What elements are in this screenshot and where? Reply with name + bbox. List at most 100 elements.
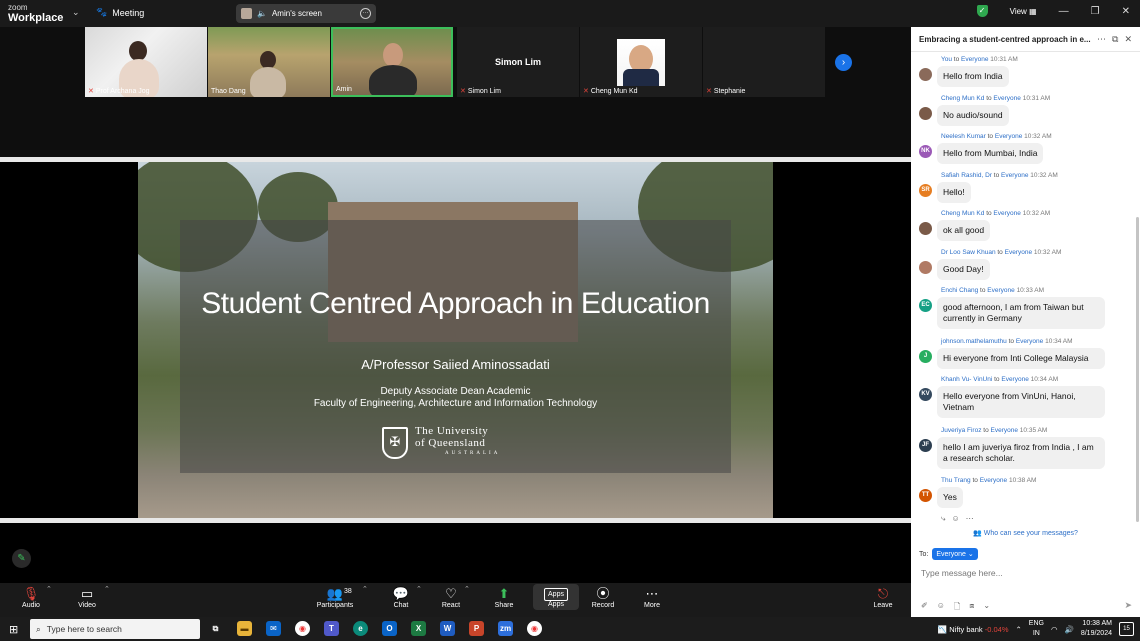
restore-icon[interactable]: ❐ (1091, 6, 1100, 17)
reply-icon[interactable]: ⤷ (941, 514, 945, 524)
emoji-icon[interactable]: ☺ (937, 601, 945, 615)
participant-name-label: Thao Dang (211, 88, 246, 95)
more-icon[interactable]: ⋯ (966, 514, 974, 524)
file-explorer-icon[interactable]: ▬ (237, 621, 252, 636)
excel-icon[interactable]: X (411, 621, 426, 636)
shield-check-icon[interactable]: ✓ (976, 5, 988, 17)
zoom-logo[interactable]: zoom Workplace (8, 3, 63, 24)
chat-options-caret[interactable]: ⌃ (416, 585, 422, 593)
to-word: to (987, 133, 994, 140)
meeting-button[interactable]: 🐾 Meeting (96, 7, 144, 18)
close-icon[interactable]: ✕ (1124, 34, 1132, 45)
message-meta: You to Everyone 10:31 AM (941, 56, 1018, 63)
popout-icon[interactable]: ⧉ (1112, 34, 1118, 45)
send-icon[interactable]: ➤ (1124, 600, 1132, 611)
language-indicator[interactable]: ENG IN (1029, 619, 1044, 639)
participant-tile-active-speaker[interactable]: Amin (331, 27, 453, 97)
word-icon[interactable]: W (440, 621, 455, 636)
screenshot-icon[interactable]: ⧈ (969, 601, 974, 615)
participant-name-label: ✕ Simon Lim (460, 87, 501, 96)
sender-name[interactable]: Juveriya Firoz (941, 427, 981, 434)
leave-label: Leave (873, 602, 893, 609)
participant-tile[interactable]: ✕ Stephanie (703, 27, 825, 97)
next-page-arrow-icon[interactable]: › (835, 54, 852, 71)
participant-tile[interactable]: Thao Dang (208, 27, 330, 97)
title-bar-controls: ✓ View ▦ — ❐ ✕ (976, 5, 1130, 17)
chevron-up-icon[interactable]: ⌃ (1015, 625, 1021, 634)
chat-message-list[interactable]: You to Everyone 10:31 AM Hello from India… (911, 52, 1140, 527)
mail-icon[interactable]: ✉ (266, 621, 281, 636)
apps-icon: Apps (544, 588, 568, 601)
react-options-caret[interactable]: ⌃ (464, 585, 470, 593)
sender-name[interactable]: You (941, 56, 952, 63)
participant-tile[interactable]: Simon Lim ✕ Simon Lim (457, 27, 579, 97)
teams-icon[interactable]: T (324, 621, 339, 636)
chat-button[interactable]: 💬 Chat (390, 585, 412, 609)
sender-name[interactable]: Enchi Chang (941, 287, 978, 294)
message-meta: Thu Trang to Everyone 10:38 AM (941, 477, 1036, 484)
participants-options-caret[interactable]: ⌃ (362, 585, 368, 593)
clock[interactable]: 10:38 AM 8/19/2024 (1081, 619, 1112, 639)
recipient-dropdown[interactable]: Everyone ⌄ (932, 548, 978, 560)
format-icon[interactable]: ✐ (921, 601, 928, 615)
message-bubble: good afternoon, I am from Taiwan but cur… (937, 297, 1105, 329)
video-options-caret[interactable]: ⌃ (104, 585, 110, 593)
powerpoint-icon[interactable]: P (469, 621, 484, 636)
video-button[interactable]: ▭ Video (74, 585, 100, 609)
who-can-see-link[interactable]: 👥 Who can see your messages? (911, 529, 1140, 537)
sender-name[interactable]: Thu Trang (941, 477, 971, 484)
sender-name[interactable]: Neelesh Kumar (941, 133, 986, 140)
sender-avatar: KV (919, 388, 932, 401)
stock-widget[interactable]: 📉 Nifty bank -0.04% (938, 625, 1009, 634)
outlook-icon[interactable]: O (382, 621, 397, 636)
presenter-avatar (241, 8, 252, 19)
leave-button[interactable]: ⎋ Leave (870, 585, 896, 609)
record-button[interactable]: ⦿ Record (590, 585, 616, 609)
chat-bubble-icon: 💬 (392, 586, 410, 601)
sender-name[interactable]: Cheng Mun Kd (941, 210, 984, 217)
view-button[interactable]: View ▦ (1010, 7, 1037, 16)
sender-name[interactable]: Khanh Vu- VinUni (941, 376, 992, 383)
taskbar-search[interactable]: ⌕ Type here to search (30, 619, 200, 639)
chevron-down-icon[interactable]: ⌄ (983, 601, 990, 615)
mic-off-icon: ✕ (583, 88, 589, 95)
chrome-icon[interactable]: ◉ (295, 621, 310, 636)
annotate-pen-icon[interactable]: ✎ (12, 549, 31, 568)
emoji-icon[interactable]: ☺ (951, 514, 959, 524)
chat-scrollbar[interactable] (1136, 217, 1139, 522)
volume-icon[interactable]: 🔊 (1065, 625, 1074, 634)
task-view-icon[interactable]: ⧉ (208, 621, 223, 636)
windows-start-icon[interactable]: ⊞ (9, 623, 18, 636)
sender-name[interactable]: Dr Loo Saw Khuan (941, 249, 996, 256)
sender-name[interactable]: johnson.mathelamuthu (941, 338, 1007, 345)
screen-share-indicator[interactable]: 🔈 Amin's screen ··· (236, 4, 376, 23)
file-icon[interactable]: 🗋 (954, 601, 960, 615)
apps-button[interactable]: Apps Apps (533, 584, 579, 610)
message-bubble: No audio/sound (937, 105, 1009, 126)
chrome-icon[interactable]: ◉ (527, 621, 542, 636)
edge-icon[interactable]: e (353, 621, 368, 636)
chevron-down-icon[interactable]: ⌄ (72, 7, 80, 18)
sender-name[interactable]: Safiah Rashid, Dr (941, 172, 992, 179)
wifi-icon[interactable]: ◠ (1051, 625, 1058, 634)
participant-name: Cheng Mun Kd (590, 87, 638, 95)
share-button[interactable]: ⬆ Share (492, 585, 516, 609)
participant-tile[interactable]: ✕ Cheng Mun Kd (580, 27, 702, 97)
more-button[interactable]: ⋯ More (640, 585, 664, 609)
language-code: ENG (1028, 620, 1044, 627)
audio-options-caret[interactable]: ⌃ (46, 585, 52, 593)
stock-change: -0.04% (984, 624, 1009, 634)
close-icon[interactable]: ✕ (1122, 6, 1130, 17)
more-icon[interactable]: ··· (360, 8, 371, 19)
participant-body (250, 67, 286, 97)
zoom-taskbar-icon[interactable]: zm (498, 621, 513, 636)
notification-center-icon[interactable]: 15 (1119, 622, 1134, 636)
react-button[interactable]: ♡ React (440, 585, 462, 609)
minimize-icon[interactable]: — (1059, 6, 1069, 17)
sender-name[interactable]: Cheng Mun Kd (941, 95, 984, 102)
more-icon[interactable]: ⋯ (1097, 34, 1106, 45)
participants-button[interactable]: 👥 Participants 38 (314, 585, 356, 609)
chat-input[interactable]: Type message here... (921, 568, 1003, 578)
participant-tile[interactable]: ✕ Prof Archana Jog (85, 27, 207, 97)
audio-button[interactable]: 🎙 Audio (18, 585, 44, 609)
